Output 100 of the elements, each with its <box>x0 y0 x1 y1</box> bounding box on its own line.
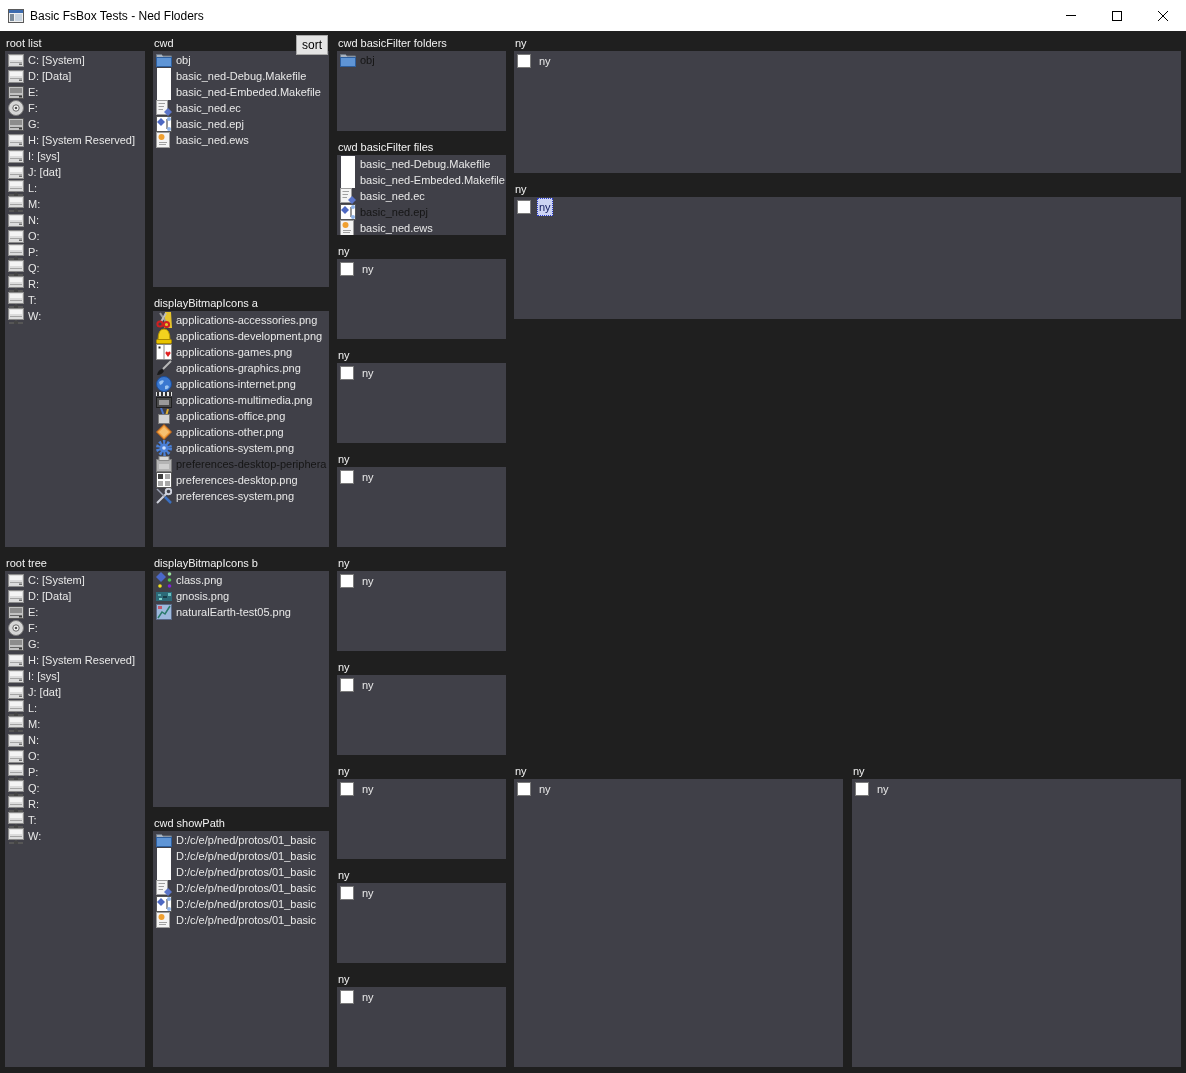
checkbox-label[interactable]: ny <box>537 51 553 70</box>
checkbox[interactable] <box>517 781 531 796</box>
checkbox[interactable] <box>340 885 354 900</box>
list-item[interactable]: O: <box>8 748 40 764</box>
checkbox[interactable] <box>517 199 531 214</box>
network-drive-icon <box>8 716 24 732</box>
list-item[interactable]: T: <box>8 812 37 828</box>
checkbox[interactable] <box>340 989 354 1004</box>
list-item[interactable]: D:/c/e/p/ned/protos/01_basic <box>156 832 317 848</box>
list-item[interactable]: J: [dat] <box>8 684 62 700</box>
list-item[interactable]: P: <box>8 244 39 260</box>
list-item[interactable]: C: [System] <box>8 572 85 588</box>
checkbox[interactable] <box>340 261 354 276</box>
list-item[interactable]: O: <box>8 228 40 244</box>
list-item[interactable]: H: [System Reserved] <box>8 132 135 148</box>
list-item[interactable]: applications-development.png <box>156 328 323 344</box>
list-item[interactable]: I: [sys] <box>8 148 60 164</box>
checkbox-label[interactable]: ny <box>537 197 553 216</box>
hard-drive-icon <box>8 213 24 227</box>
list-item[interactable]: basic_ned.epj <box>156 116 244 132</box>
list-item[interactable]: G: <box>8 636 40 652</box>
list-item[interactable]: applications-office.png <box>156 408 286 424</box>
list-item[interactable]: D:/c/e/p/ned/protos/01_basic <box>156 848 317 864</box>
list-item[interactable]: basic_ned-Embeded.Makefile <box>156 84 321 100</box>
list-item[interactable]: T: <box>8 292 37 308</box>
sort-button[interactable]: sort <box>296 35 328 55</box>
list-item[interactable]: G: <box>8 116 40 132</box>
list-item[interactable]: Q: <box>8 260 40 276</box>
list-item[interactable]: Q: <box>8 780 40 796</box>
list-item[interactable]: C: [System] <box>8 52 85 68</box>
hard-drive-icon <box>8 589 24 603</box>
list-item[interactable]: H: [System Reserved] <box>8 652 135 668</box>
list-item[interactable]: M: <box>8 196 41 212</box>
list-item[interactable]: E: <box>8 84 39 100</box>
checkbox[interactable] <box>340 365 354 380</box>
checkbox[interactable] <box>855 781 869 796</box>
checkbox-label[interactable]: ny <box>360 987 376 1006</box>
list-item[interactable]: W: <box>8 308 42 324</box>
checkbox-label[interactable]: ny <box>360 259 376 278</box>
list-item[interactable]: I: [sys] <box>8 668 60 684</box>
list-item[interactable]: applications-system.png <box>156 440 294 456</box>
list-item[interactable]: naturalEarth-test05.png <box>156 604 291 620</box>
list-item[interactable]: gnosis.png <box>156 588 230 604</box>
panel-label: root list <box>5 36 42 51</box>
checkbox-label[interactable]: ny <box>360 883 376 902</box>
checkbox-label[interactable]: ny <box>360 467 376 486</box>
diagram-file-icon <box>340 204 356 220</box>
checkbox[interactable] <box>340 781 354 796</box>
list-item[interactable]: D:/c/e/p/ned/protos/01_basic <box>156 864 317 880</box>
checkbox[interactable] <box>340 469 354 484</box>
list-item[interactable]: P: <box>8 764 39 780</box>
list-item[interactable]: D: [Data] <box>8 588 72 604</box>
list-item[interactable]: R: <box>8 276 39 292</box>
list-item[interactable]: L: <box>8 180 38 196</box>
list-item[interactable]: basic_ned.ec <box>340 188 425 204</box>
list-item[interactable]: W: <box>8 828 42 844</box>
hard-drive-icon <box>8 149 24 163</box>
list-item[interactable]: applications-multimedia.png <box>156 392 313 408</box>
list-item[interactable]: preferences-system.png <box>156 488 294 504</box>
list-item[interactable]: R: <box>8 796 39 812</box>
list-item[interactable]: D:/c/e/p/ned/protos/01_basic <box>156 880 317 896</box>
checkbox-label[interactable]: ny <box>360 363 376 382</box>
list-item[interactable]: applications-other.png <box>156 424 284 440</box>
list-item[interactable]: basic_ned-Embeded.Makefile <box>340 172 505 188</box>
checkbox-label[interactable]: ny <box>537 779 553 798</box>
list-item[interactable]: E: <box>8 604 39 620</box>
list-item[interactable]: N: <box>8 732 39 748</box>
document-icon <box>340 220 356 235</box>
list-item[interactable]: applications-games.png <box>156 344 293 360</box>
list-item[interactable]: J: [dat] <box>8 164 62 180</box>
checkbox[interactable] <box>340 573 354 588</box>
list-item[interactable]: D:/c/e/p/ned/protos/01_basic <box>156 896 317 912</box>
list-item[interactable]: applications-internet.png <box>156 376 296 392</box>
list-item[interactable]: preferences-desktop.png <box>156 472 298 488</box>
text-file-icon <box>340 188 356 204</box>
checkbox-label[interactable]: ny <box>360 571 376 590</box>
list-item[interactable]: L: <box>8 700 38 716</box>
list-item[interactable]: N: <box>8 212 39 228</box>
map-icon <box>156 604 172 620</box>
list-item[interactable]: class.png <box>156 572 223 588</box>
folder-icon <box>156 53 172 67</box>
panel-label: displayBitmapIcons a <box>153 296 258 311</box>
checkbox-label[interactable]: ny <box>360 779 376 798</box>
list-item[interactable]: basic_ned-Debug.Makefile <box>340 156 491 172</box>
checkbox-label[interactable]: ny <box>875 779 891 798</box>
list-item[interactable]: M: <box>8 716 41 732</box>
checkbox[interactable] <box>517 53 531 68</box>
list-item[interactable]: applications-graphics.png <box>156 360 301 376</box>
list-item[interactable]: basic_ned.ec <box>156 100 241 116</box>
list-item[interactable]: F: <box>8 100 38 116</box>
list-item[interactable]: F: <box>8 620 38 636</box>
list-item[interactable]: basic_ned.ews <box>156 132 249 148</box>
list-item[interactable]: basic_ned.ews <box>340 220 433 235</box>
list-item[interactable]: obj <box>156 52 191 68</box>
list-item[interactable]: applications-accessories.png <box>156 312 318 328</box>
list-item[interactable]: D:/c/e/p/ned/protos/01_basic <box>156 912 317 928</box>
checkbox[interactable] <box>340 677 354 692</box>
list-item[interactable]: D: [Data] <box>8 68 72 84</box>
checkbox-label[interactable]: ny <box>360 675 376 694</box>
list-item[interactable]: basic_ned-Debug.Makefile <box>156 68 307 84</box>
